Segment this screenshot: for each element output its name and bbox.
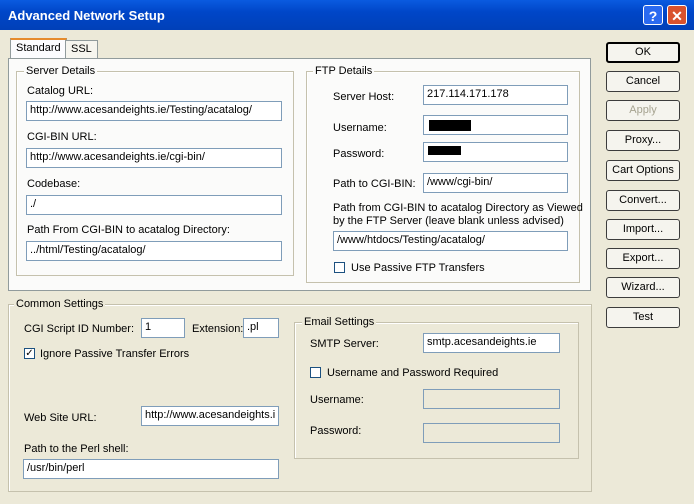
close-icon[interactable]: ✕ [667,5,687,25]
cart-options-button[interactable]: Cart Options [606,160,680,181]
ftp-username-field[interactable] [423,115,568,135]
title-bar[interactable]: Advanced Network Setup ? ✕ [0,0,694,30]
window-title: Advanced Network Setup [8,8,165,23]
server-details-legend: Server Details [24,65,98,77]
ignore-passive-label: Ignore Passive Transfer Errors [40,348,190,360]
convert-button[interactable]: Convert... [606,190,680,211]
smtp-password-field[interactable] [423,423,560,443]
ftp-password-label: Password: [333,148,385,160]
cgi-bin-url-label: CGI-BIN URL: [27,131,97,143]
path-to-cgi-field[interactable]: /www/cgi-bin/ [423,173,568,193]
tab-standard[interactable]: Standard [10,38,67,60]
cgi-script-id-label: CGI Script ID Number: [24,323,135,335]
path-from-cgi-field[interactable]: ../html/Testing/acatalog/ [26,241,282,261]
smtp-server-field[interactable]: smtp.acesandeights.ie [423,333,560,353]
server-host-field[interactable]: 217.114.171.178 [423,85,568,105]
auth-required-checkbox[interactable] [310,367,321,378]
smtp-username-label: Username: [310,394,364,406]
cgi-bin-url-field[interactable]: http://www.acesandeights.ie/cgi-bin/ [26,148,282,168]
smtp-username-field[interactable] [423,389,560,409]
website-url-field[interactable]: http://www.acesandeights.i [141,406,279,426]
codebase-label: Codebase: [27,178,81,190]
catalog-url-field[interactable]: http://www.acesandeights.ie/Testing/acat… [26,101,282,121]
tab-ssl[interactable]: SSL [65,40,98,60]
wizard-button[interactable]: Wizard... [606,277,680,298]
path-from-cgi-ftp-label-line2: by the FTP Server (leave blank unless ad… [333,215,564,227]
ftp-details-legend: FTP Details [313,65,375,77]
catalog-url-label: Catalog URL: [27,85,94,97]
path-from-cgi-ftp-label-line1: Path from CGI-BIN to acatalog Directory … [333,202,583,214]
perl-path-field[interactable]: /usr/bin/perl [23,459,279,479]
ftp-password-field[interactable] [423,142,568,162]
cancel-button[interactable]: Cancel [606,71,680,92]
ok-button[interactable]: OK [606,42,680,63]
redacted-username [429,120,471,131]
ignore-passive-checkbox[interactable]: ✓ [24,348,35,359]
path-to-cgi-label: Path to CGI-BIN: [333,178,416,190]
smtp-server-label: SMTP Server: [310,338,379,350]
smtp-password-label: Password: [310,425,362,437]
codebase-field[interactable]: ./ [26,195,282,215]
export-button[interactable]: Export... [606,248,680,269]
import-button[interactable]: Import... [606,219,680,240]
path-from-cgi-label: Path From CGI-BIN to acatalog Directory: [27,224,230,236]
apply-button[interactable]: Apply [606,100,680,121]
ftp-username-label: Username: [333,122,387,134]
auth-required-label: Username and Password Required [327,367,499,379]
common-settings-legend: Common Settings [14,298,106,310]
server-host-label: Server Host: [333,91,395,103]
passive-ftp-label: Use Passive FTP Transfers [351,262,485,274]
passive-ftp-checkbox[interactable] [334,262,345,273]
help-icon[interactable]: ? [643,5,663,25]
perl-path-label: Path to the Perl shell: [24,443,129,455]
test-button[interactable]: Test [606,307,680,328]
redacted-password [428,146,461,155]
extension-field[interactable]: .pl [243,318,279,338]
proxy-button[interactable]: Proxy... [606,130,680,151]
email-settings-legend: Email Settings [302,316,377,328]
path-from-cgi-ftp-field[interactable]: /www/htdocs/Testing/acatalog/ [333,231,568,251]
extension-label: Extension: [192,323,244,335]
cgi-script-id-field[interactable]: 1 [141,318,185,338]
website-url-label: Web Site URL: [24,412,97,424]
